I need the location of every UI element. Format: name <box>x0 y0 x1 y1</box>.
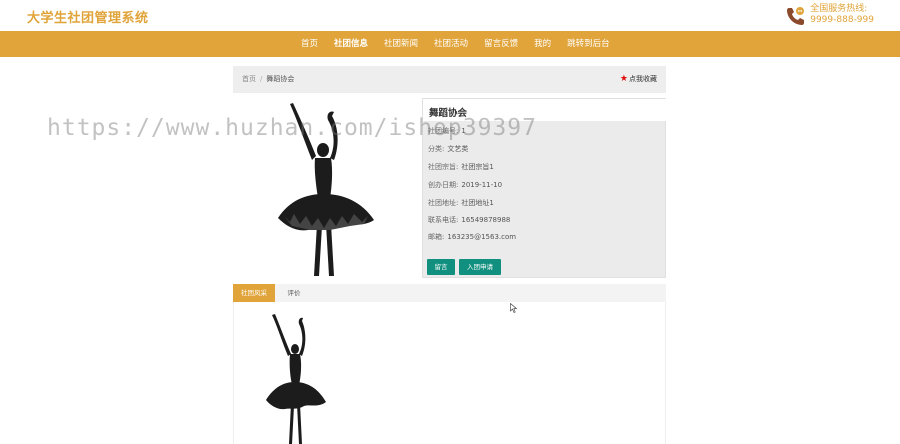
field-value: 社团宗旨1 <box>461 163 494 171</box>
hotline-number: 9999-888-999 <box>810 15 874 25</box>
star-icon: ★ <box>619 74 628 84</box>
nav-item-club-activities[interactable]: 社团活动 <box>426 31 476 57</box>
field-label: 联系电话: <box>428 216 459 224</box>
field-value: 163235@1563.com <box>447 233 517 241</box>
field-phone: 联系电话: 16549878988 <box>428 215 510 225</box>
tab-reviews[interactable]: 评价 <box>277 284 311 302</box>
club-style-photo <box>266 314 326 444</box>
field-value: 2019-11-10 <box>461 181 503 189</box>
field-email: 邮箱: 163235@1563.com <box>428 232 516 242</box>
field-club-id: 社团编号: 1 <box>428 126 466 136</box>
site-title: 大学生社团管理系统 <box>27 11 149 26</box>
nav-item-admin[interactable]: 跳转到后台 <box>559 31 618 57</box>
breadcrumb-separator: / <box>260 75 263 83</box>
mouse-cursor-icon <box>510 303 518 313</box>
breadcrumb-bar: 首页 / 舞蹈协会 ★ 点我收藏 <box>233 66 666 93</box>
nav-item-club-news[interactable]: 社团新闻 <box>376 31 426 57</box>
club-title: 舞蹈协会 <box>423 99 666 121</box>
favorite-label: 点我收藏 <box>629 75 657 83</box>
nav-item-mine[interactable]: 我的 <box>526 31 559 57</box>
field-label: 社团宗旨: <box>428 163 459 171</box>
field-founded: 创办日期: 2019-11-10 <box>428 180 502 190</box>
field-label: 创办日期: <box>428 181 459 189</box>
message-button[interactable]: 留言 <box>427 259 455 275</box>
breadcrumb-current: 舞蹈协会 <box>266 75 295 83</box>
field-label: 邮箱: <box>428 233 445 241</box>
tab-club-style[interactable]: 社团风采 <box>233 284 275 302</box>
phone-icon <box>787 7 804 25</box>
field-label: 社团编号: <box>428 127 459 135</box>
field-address: 社团地址: 社团地址1 <box>428 198 494 208</box>
club-photo <box>278 103 374 276</box>
breadcrumb: 首页 / 舞蹈协会 <box>242 74 294 84</box>
detail-tabs: 社团风采 评价 <box>233 284 666 302</box>
favorite-button[interactable]: ★ 点我收藏 <box>620 74 657 84</box>
top-bar: 大学生社团管理系统 全国服务热线: 9999-888-999 <box>0 0 900 31</box>
field-value: 1 <box>461 127 466 135</box>
field-value: 文艺类 <box>447 145 469 153</box>
hotline-label: 全国服务热线: <box>810 4 868 14</box>
field-value: 16549878988 <box>461 216 511 224</box>
club-info-panel: 舞蹈协会 社团编号: 1 分类: 文艺类 社团宗旨: 社团宗旨1 创办日期: 2019-… <box>422 98 666 278</box>
apply-join-button[interactable]: 入团申请 <box>459 259 501 275</box>
field-value: 社团地址1 <box>461 199 494 207</box>
nav-item-club-info[interactable]: 社团信息 <box>326 31 376 57</box>
breadcrumb-home[interactable]: 首页 <box>242 75 256 83</box>
hotline: 全国服务热线: 9999-888-999 <box>810 4 874 26</box>
nav-item-feedback[interactable]: 留言反馈 <box>476 31 526 57</box>
field-category: 分类: 文艺类 <box>428 144 468 154</box>
main-nav: 首页 社团信息 社团新闻 社团活动 留言反馈 我的 跳转到后台 <box>0 31 900 57</box>
field-purpose: 社团宗旨: 社团宗旨1 <box>428 162 494 172</box>
field-label: 分类: <box>428 145 445 153</box>
nav-item-home[interactable]: 首页 <box>293 31 326 57</box>
field-label: 社团地址: <box>428 199 459 207</box>
